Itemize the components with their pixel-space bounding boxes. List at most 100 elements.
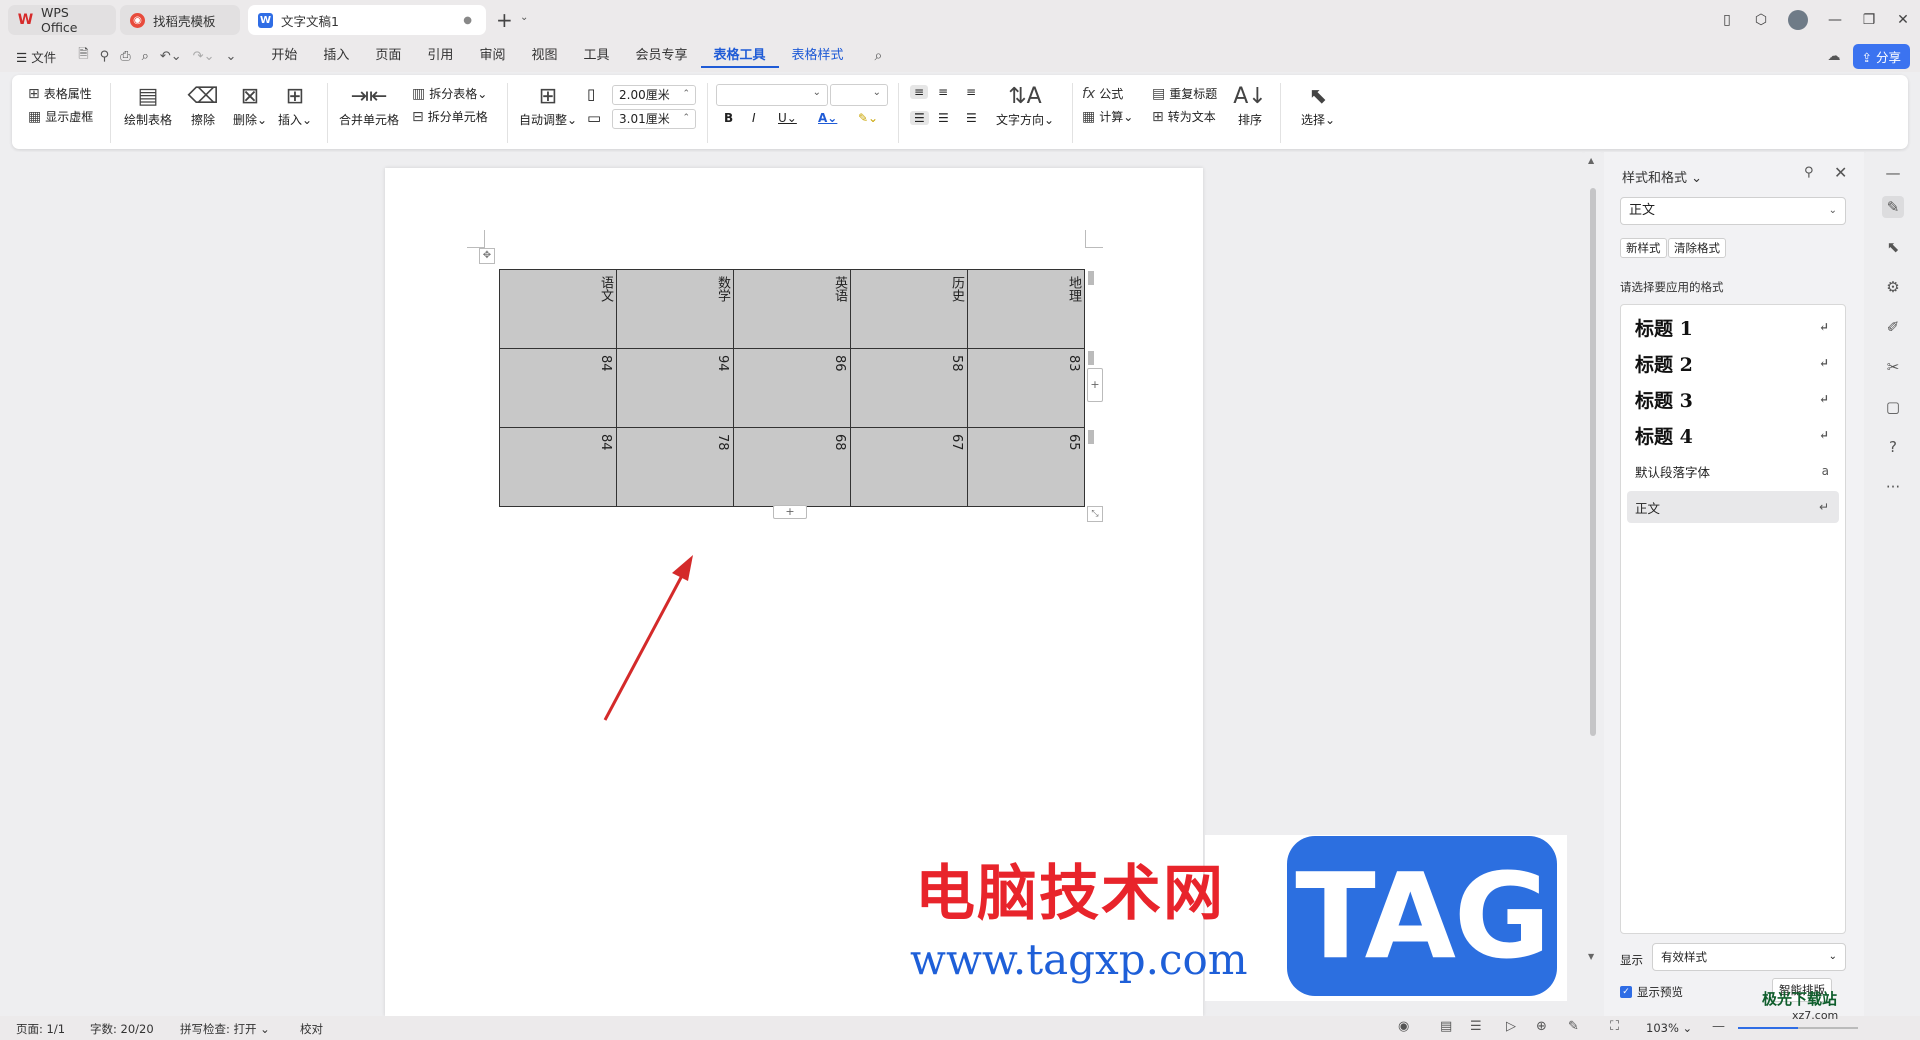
- zoom-level[interactable]: 103% ⌄: [1646, 1021, 1692, 1035]
- insert-button[interactable]: ⊞ 插入⌄: [267, 83, 323, 128]
- print-icon[interactable]: ⎙: [120, 49, 130, 64]
- font-size-select[interactable]: ⌄: [830, 84, 888, 106]
- width-input[interactable]: 2.00厘米: [612, 85, 696, 105]
- avatar[interactable]: [1788, 10, 1808, 30]
- new-tab-icon[interactable]: +: [496, 8, 513, 32]
- tools-icon[interactable]: ✂: [1882, 356, 1904, 378]
- minimize-icon[interactable]: —: [1818, 12, 1852, 28]
- page-view-icon[interactable]: ▤: [1440, 1019, 1452, 1034]
- cloud-icon[interactable]: ☁: [1828, 49, 1841, 64]
- style-heading-4[interactable]: 标题 4 ↵: [1627, 419, 1839, 451]
- draw-table-button[interactable]: ▤ 绘制表格: [120, 83, 176, 128]
- zoom-slider[interactable]: [1738, 1027, 1858, 1029]
- convert-text-button[interactable]: ⊞ 转为文本: [1152, 108, 1216, 125]
- help-icon[interactable]: ?: [1882, 436, 1904, 458]
- web-view-icon[interactable]: ⊕: [1536, 1019, 1547, 1034]
- bold-icon[interactable]: B: [724, 111, 733, 125]
- align-middle-icon[interactable]: ≡: [938, 85, 948, 99]
- tab-templates[interactable]: ◉ 找稻壳模板: [120, 5, 240, 35]
- undo-icon[interactable]: ↶⌄: [160, 49, 182, 64]
- file-menu[interactable]: ☰ 文件: [16, 47, 56, 66]
- show-gridlines-button[interactable]: ▦ 显示虚框: [28, 108, 93, 125]
- tab-member[interactable]: 会员专享: [622, 44, 700, 68]
- tab-home[interactable]: 开始: [258, 44, 310, 68]
- tab-wps-office[interactable]: W WPS Office: [8, 5, 116, 35]
- close-icon[interactable]: ✕: [1886, 12, 1920, 28]
- align-top-icon[interactable]: ≡: [910, 85, 929, 99]
- select-button[interactable]: ⬉ 选择⌄: [1290, 83, 1346, 128]
- cube-icon[interactable]: ⬡: [1744, 12, 1778, 28]
- outline-view-icon[interactable]: ☰: [1470, 1019, 1482, 1034]
- tab-review[interactable]: 审阅: [466, 44, 518, 68]
- eye-icon[interactable]: ◉: [1398, 1019, 1409, 1034]
- style-default-font[interactable]: 默认段落字体 a: [1627, 455, 1839, 487]
- auto-fit-button[interactable]: ⊞ 自动调整⌄: [518, 83, 578, 128]
- tab-view[interactable]: 视图: [518, 44, 570, 68]
- align-right-icon[interactable]: ☰: [966, 111, 977, 125]
- preview-icon[interactable]: ⌕: [142, 49, 149, 64]
- style-heading-3[interactable]: 标题 3 ↵: [1627, 383, 1839, 415]
- calculate-button[interactable]: ▦ 计算 ⌄: [1082, 108, 1133, 125]
- more-icon[interactable]: ⌄: [225, 49, 236, 64]
- tab-table-tools[interactable]: 表格工具: [700, 44, 779, 68]
- vertical-scrollbar[interactable]: ▲ ▼: [1585, 152, 1601, 1016]
- current-style-select[interactable]: 正文 ⌄: [1620, 197, 1846, 225]
- pin-icon[interactable]: ⚲: [1804, 165, 1814, 180]
- tab-document[interactable]: W 文字文稿1 ●: [248, 5, 486, 35]
- align-left-icon[interactable]: ☰: [910, 111, 929, 125]
- settings-sliders-icon[interactable]: ⚙: [1882, 276, 1904, 298]
- align-bottom-icon[interactable]: ≡: [966, 85, 976, 99]
- tab-tools[interactable]: 工具: [570, 44, 622, 68]
- font-color-icon[interactable]: A⌄: [818, 111, 837, 125]
- scroll-down-icon[interactable]: ▼: [1588, 952, 1594, 961]
- highlight-icon[interactable]: ✎⌄: [858, 111, 878, 125]
- font-family-select[interactable]: ⌄: [716, 84, 828, 106]
- show-preview-checkbox[interactable]: ✓ 显示预览: [1620, 984, 1683, 1000]
- underline-icon[interactable]: U⌄: [778, 111, 797, 125]
- style-heading-1[interactable]: 标题 1 ↵: [1627, 311, 1839, 343]
- spellcheck-status[interactable]: 拼写检查: 打开 ⌄: [180, 1021, 270, 1037]
- redo-icon[interactable]: ↷⌄: [193, 49, 215, 64]
- share-button[interactable]: ⇪ 分享: [1852, 44, 1910, 69]
- merge-cells-button[interactable]: ⇥⇤ 合并单元格: [336, 83, 402, 128]
- style-heading-2[interactable]: 标题 2 ↵: [1627, 347, 1839, 379]
- height-input[interactable]: 3.01厘米: [612, 109, 696, 129]
- zoom-out-icon[interactable]: —: [1712, 1019, 1725, 1034]
- clear-format-button[interactable]: 清除格式: [1668, 238, 1726, 258]
- scroll-up-icon[interactable]: ▲: [1588, 156, 1594, 165]
- more-icon[interactable]: ···: [1882, 476, 1904, 498]
- link-icon[interactable]: ⚲: [100, 49, 110, 64]
- fit-page-icon[interactable]: ⛶: [1610, 1019, 1619, 1034]
- save-icon[interactable]: 🗎: [78, 45, 88, 67]
- tab-references[interactable]: 引用: [414, 44, 466, 68]
- search-icon[interactable]: ⌕: [875, 48, 883, 64]
- style-pen-icon[interactable]: ✎: [1882, 196, 1904, 218]
- proofread-button[interactable]: 校对: [300, 1021, 323, 1037]
- select-cursor-icon[interactable]: ⬉: [1882, 236, 1904, 258]
- split-table-button[interactable]: ▥ 拆分表格 ⌄: [412, 85, 487, 102]
- show-style-select[interactable]: 有效样式 ⌄: [1652, 943, 1846, 971]
- pen-icon[interactable]: ✎: [1568, 1019, 1579, 1034]
- repeat-header-button[interactable]: ▤ 重复标题: [1152, 85, 1217, 102]
- align-center-icon[interactable]: ☰: [938, 111, 949, 125]
- tab-page[interactable]: 页面: [362, 44, 414, 68]
- chevron-down-icon[interactable]: ⌄: [520, 12, 528, 23]
- table-properties-button[interactable]: ⊞ 表格属性: [28, 85, 92, 102]
- book-icon[interactable]: ▢: [1882, 396, 1904, 418]
- layout-icon[interactable]: ▯: [1710, 12, 1744, 28]
- word-count[interactable]: 字数: 20/20: [90, 1021, 154, 1037]
- restore-icon[interactable]: ❐: [1852, 12, 1886, 28]
- split-cells-button[interactable]: ⊟ 拆分单元格: [412, 108, 488, 125]
- tab-table-style[interactable]: 表格样式: [779, 44, 857, 68]
- italic-icon[interactable]: I: [752, 111, 756, 125]
- sort-button[interactable]: A↓ 排序: [1228, 83, 1272, 128]
- collapse-icon[interactable]: —: [1882, 162, 1904, 184]
- scroll-thumb[interactable]: [1590, 188, 1596, 736]
- close-icon[interactable]: ✕: [1834, 163, 1847, 182]
- text-direction-button[interactable]: ⇅A 文字方向⌄: [992, 83, 1058, 128]
- style-body[interactable]: 正文 ↵: [1627, 491, 1839, 523]
- new-style-button[interactable]: 新样式: [1620, 238, 1667, 258]
- tab-insert[interactable]: 插入: [310, 44, 362, 68]
- page-count[interactable]: 页面: 1/1: [16, 1021, 65, 1037]
- unsaved-dot-icon[interactable]: ●: [463, 15, 472, 26]
